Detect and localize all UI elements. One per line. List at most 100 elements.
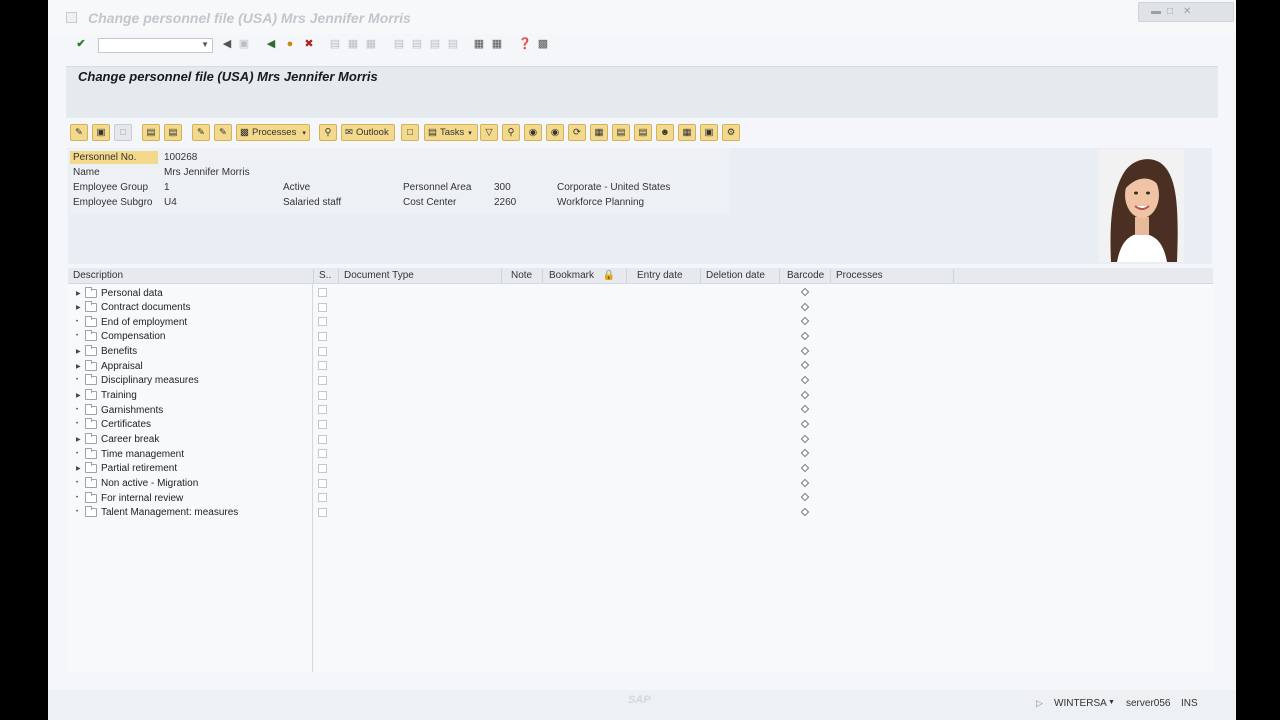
expand-icon[interactable]: ▶ <box>76 290 85 297</box>
status-checkbox[interactable] <box>318 288 327 297</box>
processes-button[interactable]: ▩ Processes ▾ <box>236 124 310 141</box>
status-checkbox[interactable] <box>318 376 327 385</box>
command-field[interactable]: ▼ <box>98 38 213 53</box>
lock-icon: 🔒 <box>602 270 616 281</box>
find-icon[interactable]: ▦ <box>346 37 360 51</box>
enter-check-icon[interactable]: ✔ <box>74 37 88 51</box>
trash-icon[interactable]: ▣ <box>700 124 718 141</box>
column-document-type[interactable]: Document Type <box>344 270 414 281</box>
tree-node[interactable]: • End of employment <box>76 315 187 329</box>
tree-node[interactable]: • For internal review <box>76 491 183 505</box>
expand-icon[interactable]: ▶ <box>76 392 85 399</box>
status-checkbox[interactable] <box>318 405 327 414</box>
display-icon[interactable]: □ <box>114 124 132 141</box>
status-checkbox[interactable] <box>318 317 327 326</box>
tasks-button[interactable]: ▤ Tasks ▾ <box>424 124 478 141</box>
outlook-button[interactable]: ✉ Outlook <box>341 124 395 141</box>
column-description[interactable]: Description <box>73 270 123 281</box>
window-icon[interactable]: □ <box>401 124 419 141</box>
new-session-icon[interactable]: ▦ <box>472 37 486 51</box>
status-checkbox[interactable] <box>318 361 327 370</box>
filter-icon[interactable]: ▽ <box>480 124 498 141</box>
print-icon[interactable]: ▤ <box>328 37 342 51</box>
binoculars-icon[interactable]: ◉ <box>524 124 542 141</box>
column-barcode[interactable]: Barcode <box>787 270 824 281</box>
status-checkbox[interactable] <box>318 347 327 356</box>
shortcut-icon[interactable]: ▦ <box>490 37 504 51</box>
back-icon[interactable]: ◀ <box>264 37 278 51</box>
status-checkbox[interactable] <box>318 420 327 429</box>
create-doc-icon[interactable]: ▤ <box>142 124 160 141</box>
expand-icon[interactable]: ▶ <box>76 465 85 472</box>
status-checkbox[interactable] <box>318 435 327 444</box>
next-page-icon[interactable]: ▤ <box>428 37 442 51</box>
print-doc-icon[interactable]: ▤ <box>634 124 652 141</box>
tree-node[interactable]: ▶ Appraisal <box>76 359 143 373</box>
status-checkbox[interactable] <box>318 493 327 502</box>
expand-icon[interactable]: ▶ <box>76 304 85 311</box>
tree-node[interactable]: ▶ Career break <box>76 432 159 446</box>
layout-menu-icon[interactable]: ▩ <box>536 37 550 51</box>
leaf-dot-icon: • <box>76 480 79 486</box>
column-entry-date[interactable]: Entry date <box>637 270 683 281</box>
tree-node[interactable]: • Talent Management: measures <box>76 505 238 519</box>
refresh-icon[interactable]: ⟳ <box>568 124 586 141</box>
status-checkbox[interactable] <box>318 332 327 341</box>
last-page-icon[interactable]: ▤ <box>446 37 460 51</box>
tree-node[interactable]: ▶ Benefits <box>76 344 137 358</box>
prev-page-icon[interactable]: ▤ <box>410 37 424 51</box>
close-icon[interactable]: ✕ <box>1183 6 1191 17</box>
chevron-down-icon[interactable]: ▼ <box>201 40 209 49</box>
exit-icon[interactable]: ● <box>283 37 297 51</box>
tree-node[interactable]: ▶ Training <box>76 388 137 402</box>
tree-node[interactable]: ▶ Personal data <box>76 286 163 300</box>
cancel-icon[interactable]: ✖ <box>302 37 316 51</box>
expand-icon[interactable]: ▶ <box>76 348 85 355</box>
user-icon[interactable]: ☻ <box>656 124 674 141</box>
save-icon[interactable]: ▣ <box>237 37 251 51</box>
status-checkbox[interactable] <box>318 464 327 473</box>
back-small-icon[interactable]: ◀ <box>220 37 234 51</box>
status-expand-icon[interactable]: ▷ <box>1036 698 1043 709</box>
status-checkbox[interactable] <box>318 303 327 312</box>
status-user[interactable]: WINTERSA <box>1054 698 1107 709</box>
settings-icon[interactable]: ⚙ <box>722 124 740 141</box>
status-checkbox[interactable] <box>318 479 327 488</box>
find-next-icon[interactable]: ▦ <box>364 37 378 51</box>
status-checkbox[interactable] <box>318 449 327 458</box>
maximize-icon[interactable]: □ <box>1167 6 1173 17</box>
tree-node[interactable]: • Disciplinary measures <box>76 373 199 387</box>
status-checkbox[interactable] <box>318 508 327 517</box>
tree-node[interactable]: • Non active - Migration <box>76 476 198 490</box>
table-icon[interactable]: ▦ <box>678 124 696 141</box>
dropdown-icon: ▾ <box>302 129 306 137</box>
save-doc-icon[interactable]: ▣ <box>92 124 110 141</box>
attach-icon[interactable]: ▤ <box>612 124 630 141</box>
tree-node[interactable]: • Certificates <box>76 417 151 431</box>
status-dropdown-icon[interactable]: ▼ <box>1108 699 1115 706</box>
tree-node[interactable]: ▶ Partial retirement <box>76 461 177 475</box>
structure-icon[interactable]: ▦ <box>590 124 608 141</box>
change-icon[interactable]: ✎ <box>192 124 210 141</box>
tree-node[interactable]: ▶ Contract documents <box>76 300 191 314</box>
find-doc-icon[interactable]: ⚲ <box>502 124 520 141</box>
help-icon[interactable]: ❓ <box>518 37 532 51</box>
minimize-icon[interactable]: ▬ <box>1151 6 1161 17</box>
tree-node[interactable]: • Compensation <box>76 329 165 343</box>
column-deletion-date[interactable]: Deletion date <box>706 270 765 281</box>
tree-node[interactable]: • Time management <box>76 447 184 461</box>
binoculars-next-icon[interactable]: ◉ <box>546 124 564 141</box>
column-bookmark[interactable]: Bookmark <box>549 270 594 281</box>
copy-doc-icon[interactable]: ▤ <box>164 124 182 141</box>
delete-doc-icon[interactable]: ✎ <box>214 124 232 141</box>
status-checkbox[interactable] <box>318 391 327 400</box>
tree-node[interactable]: • Garnishments <box>76 403 163 417</box>
column-processes[interactable]: Processes <box>836 270 883 281</box>
first-page-icon[interactable]: ▤ <box>392 37 406 51</box>
column-note[interactable]: Note <box>511 270 532 281</box>
search-doc-icon[interactable]: ⚲ <box>319 124 337 141</box>
expand-icon[interactable]: ▶ <box>76 363 85 370</box>
expand-icon[interactable]: ▶ <box>76 436 85 443</box>
column-status[interactable]: S.. <box>319 270 331 281</box>
edit-icon[interactable]: ✎ <box>70 124 88 141</box>
